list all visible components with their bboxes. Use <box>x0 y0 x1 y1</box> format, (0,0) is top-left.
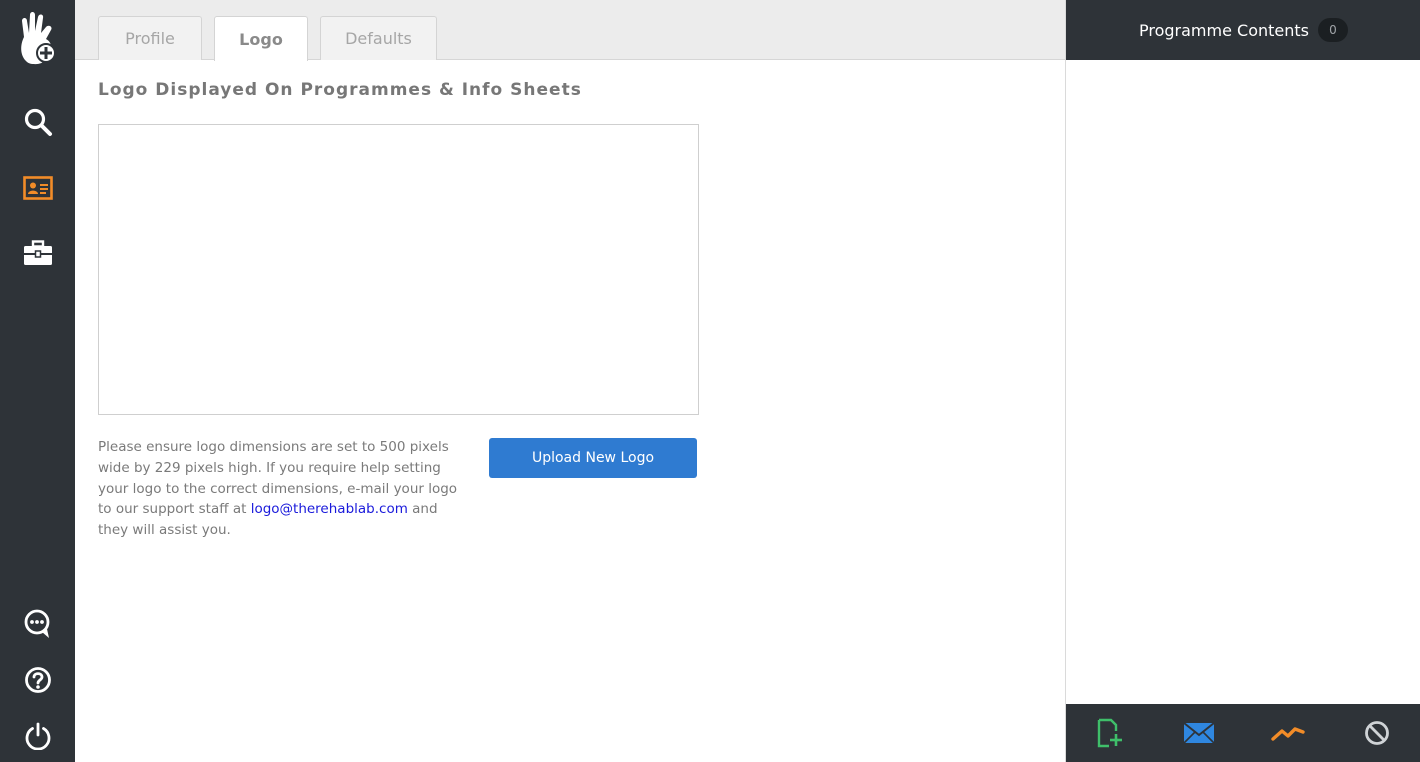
support-email-link[interactable]: logo@therehablab.com <box>251 501 408 517</box>
tab-logo-label: Logo <box>239 29 283 49</box>
programme-count-badge: 0 <box>1318 18 1348 42</box>
power-button[interactable] <box>0 708 75 762</box>
app-logo-button[interactable] <box>0 10 75 66</box>
toolbox-button[interactable] <box>0 225 75 281</box>
tab-profile[interactable]: Profile <box>98 16 202 60</box>
block-icon <box>1365 721 1389 745</box>
help-button[interactable] <box>0 652 75 708</box>
programme-actions-bar <box>1066 704 1420 762</box>
search-icon <box>24 108 52 136</box>
main-content: Profile Logo Defaults Logo Displayed On … <box>75 0 1065 762</box>
left-nav <box>0 0 75 762</box>
section-title: Logo Displayed On Programmes & Info Shee… <box>98 80 582 100</box>
tab-defaults[interactable]: Defaults <box>320 16 437 60</box>
email-button[interactable] <box>1155 704 1243 762</box>
programme-contents-header: Programme Contents 0 <box>1066 0 1420 60</box>
chart-button[interactable] <box>1244 704 1332 762</box>
upload-logo-button[interactable]: Upload New Logo <box>489 438 697 478</box>
block-button[interactable] <box>1333 704 1420 762</box>
tab-logo[interactable]: Logo <box>214 16 308 61</box>
profile-card-button[interactable] <box>0 160 75 216</box>
power-icon <box>25 722 50 750</box>
tab-defaults-label: Defaults <box>345 29 412 48</box>
id-card-icon <box>22 176 53 200</box>
hand-plus-icon <box>20 12 56 65</box>
briefcase-icon <box>23 240 52 265</box>
chat-bubble-icon <box>24 609 49 638</box>
app-root: Profile Logo Defaults Logo Displayed On … <box>0 0 1420 762</box>
add-page-icon <box>1097 718 1122 748</box>
logo-preview <box>98 124 699 415</box>
logo-help-text: Please ensure logo dimensions are set to… <box>98 437 468 541</box>
question-circle-icon <box>24 667 51 693</box>
email-icon <box>1183 722 1215 744</box>
programme-contents-panel: Programme Contents 0 <box>1065 0 1420 762</box>
chart-line-icon <box>1271 727 1305 741</box>
tab-bar: Profile Logo Defaults <box>75 0 1065 61</box>
search-button[interactable] <box>0 94 75 150</box>
chat-button[interactable] <box>0 596 75 652</box>
add-page-button[interactable] <box>1066 704 1154 762</box>
programme-contents-title: Programme Contents <box>1139 20 1309 40</box>
tab-profile-label: Profile <box>125 29 175 48</box>
